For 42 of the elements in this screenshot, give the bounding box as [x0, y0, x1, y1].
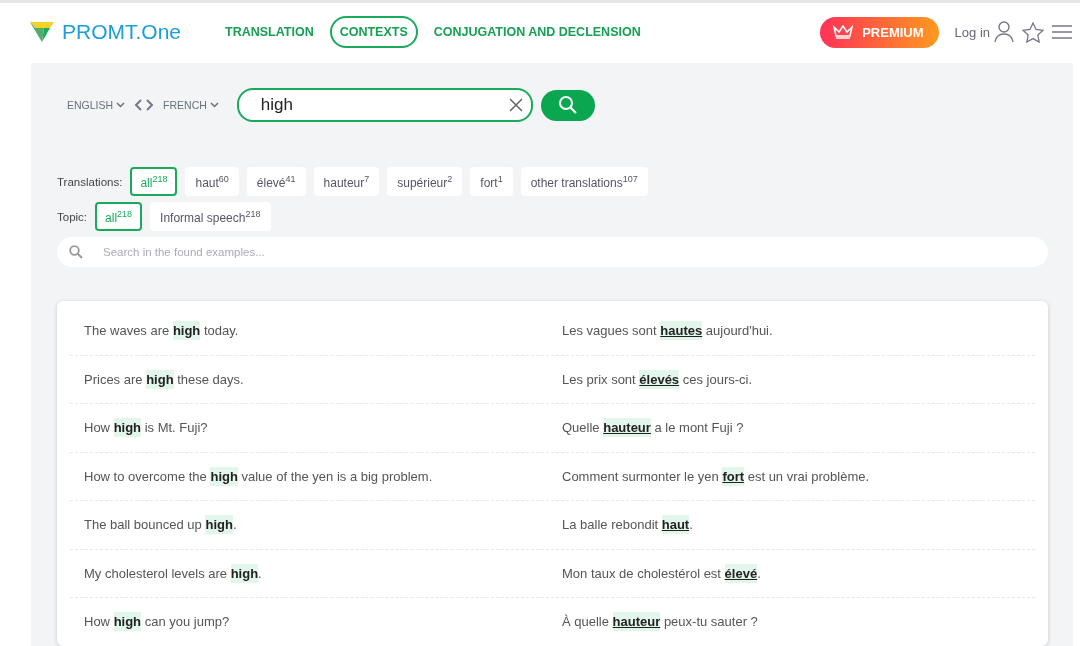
chevron-down-icon	[209, 102, 219, 108]
target-sentence: À quelle hauteur peux-tu sauter ?	[561, 614, 759, 630]
filter-chip[interactable]: fort$^{1}$	[470, 167, 513, 196]
target-sentence: La balle rebondit haut.	[561, 517, 694, 533]
filter-chip[interactable]: élevé$^{41}$	[246, 167, 306, 196]
target-sentence: Les vagues sont hautes aujourd'hui.	[561, 323, 774, 339]
target-sentence: Quelle hauteur a le mont Fuji ?	[561, 420, 745, 436]
filter-chip[interactable]: hauteur$^{7}$	[313, 167, 380, 196]
source-sentence: How high is Mt. Fuji?	[83, 420, 209, 436]
logo-text: PROMT.One	[62, 20, 182, 44]
source-sentence: How high can you jump?	[83, 614, 231, 630]
login-link[interactable]: Log in	[954, 24, 990, 40]
search-icon	[557, 95, 578, 115]
target-sentence: Les prix sont élevés ces jours-ci.	[561, 371, 754, 387]
filter-chip[interactable]: Informal speech$^{218}$	[150, 202, 271, 231]
menu-icon[interactable]	[1052, 25, 1072, 39]
search-icon	[69, 245, 83, 259]
source-language-select[interactable]: ENGLISH	[57, 99, 136, 111]
examples-search-input[interactable]: Search in the found examples...	[101, 245, 1036, 259]
source-sentence: The waves are high today.	[83, 323, 240, 339]
chevron-down-icon	[116, 102, 126, 108]
source-sentence: How to overcome the high value of the yen is a big problem.	[83, 468, 434, 484]
source-sentence: Prices are high these days.	[83, 371, 245, 387]
user-icon[interactable]	[994, 21, 1014, 43]
source-sentence: My cholesterol levels are high.	[83, 565, 263, 581]
crown-icon	[832, 24, 855, 40]
filter-chip[interactable]: haut$^{60}$	[185, 167, 239, 196]
target-sentence: Mon taux de cholestérol est élevé.	[561, 565, 762, 581]
target-sentence: Comment surmonter le yen fort est un vrai problème.	[561, 468, 871, 484]
filter-chip[interactable]: other translations$^{107}$	[520, 167, 648, 196]
filter-label: Translations:	[57, 175, 123, 188]
target-language-select[interactable]: FRENCH	[153, 99, 229, 111]
search-field[interactable]: high	[236, 88, 533, 122]
search-button[interactable]	[540, 89, 595, 121]
filter-label: Topic:	[57, 210, 88, 223]
filter-chip[interactable]: supérieur$^{2}$	[387, 167, 463, 196]
search-input[interactable]: high	[258, 94, 509, 116]
star-icon[interactable]	[1022, 21, 1044, 43]
examples-search-field[interactable]: Search in the found examples...	[57, 237, 1048, 267]
close-icon[interactable]	[508, 98, 523, 112]
source-sentence: The ball bounced up high.	[83, 517, 238, 533]
swap-icon[interactable]	[135, 99, 154, 111]
